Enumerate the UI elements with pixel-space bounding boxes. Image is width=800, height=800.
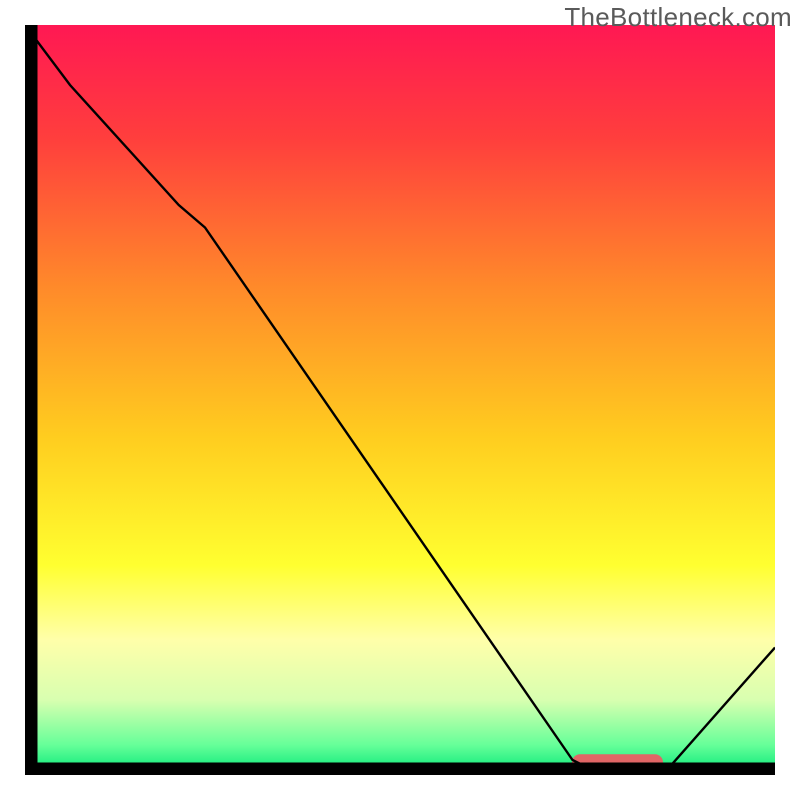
- gradient-background: [25, 25, 775, 775]
- chart-container: TheBottleneck.com: [0, 0, 800, 800]
- watermark-text: TheBottleneck.com: [564, 2, 792, 33]
- plot-area: [25, 25, 775, 775]
- chart-svg: [25, 25, 775, 775]
